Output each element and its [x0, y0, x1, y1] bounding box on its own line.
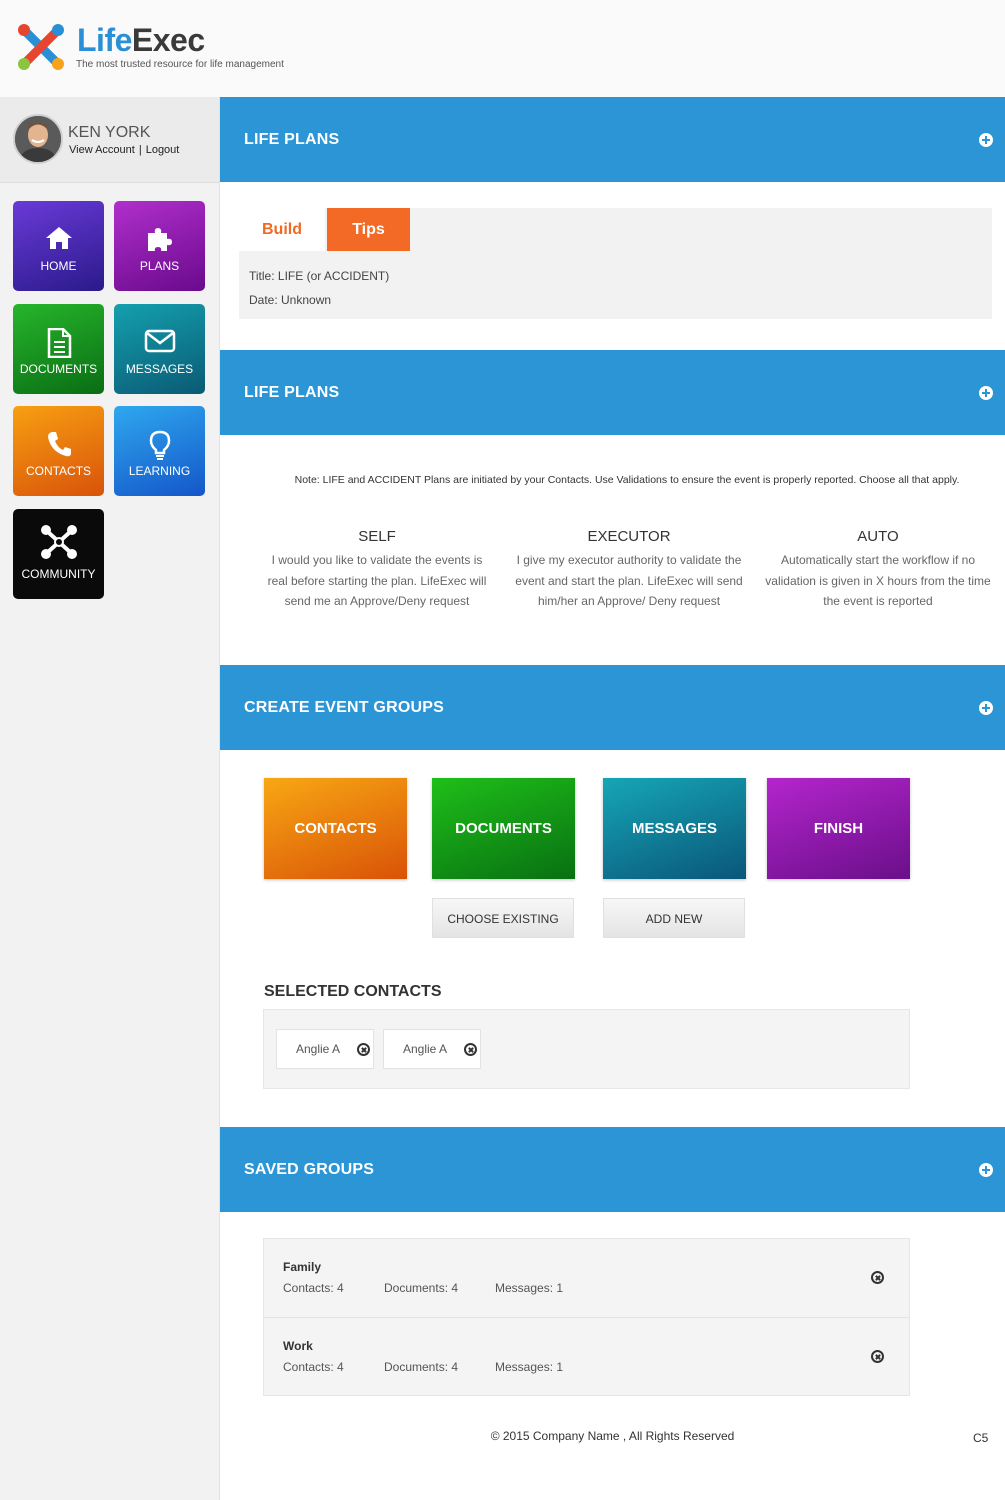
group-messages-count: Messages: 1: [495, 1281, 564, 1295]
step-documents-button[interactable]: DOCUMENTS: [432, 778, 575, 879]
link-separator: |: [138, 144, 142, 156]
option-title: SELF: [358, 528, 396, 545]
home-icon: [45, 227, 72, 249]
nav-tile-label: CONTACTS: [25, 464, 92, 478]
option-description: I would you like to validate the events …: [267, 553, 487, 608]
option-executor[interactable]: EXECUTOR I give my executor authority to…: [514, 528, 744, 612]
nav-tile-label: PLANS: [139, 259, 180, 273]
view-account-link[interactable]: View Account: [69, 144, 135, 156]
community-icon: [40, 525, 77, 559]
contact-chip: Anglie A: [383, 1029, 481, 1069]
delete-group-icon[interactable]: [871, 1271, 884, 1284]
phone-icon: [47, 432, 71, 457]
avatar[interactable]: [13, 114, 63, 164]
option-title: EXECUTOR: [587, 528, 671, 545]
brand-name-part2: Exec: [131, 22, 205, 58]
contact-chip-label: Anglie A: [296, 1042, 341, 1056]
expand-plus-icon[interactable]: [979, 133, 993, 147]
section-title: SAVED GROUPS: [244, 1161, 375, 1178]
contact-chip-label: Anglie A: [403, 1042, 448, 1056]
plan-date-text: Date: Unknown: [249, 293, 332, 307]
lifeexec-logo-icon[interactable]: [12, 18, 70, 76]
nav-tile-plans[interactable]: PLANS: [114, 201, 205, 291]
tips-panel: Build Tips Title: LIFE (or ACCIDENT) Dat…: [239, 208, 992, 319]
nav-tile-label: HOME: [40, 259, 77, 273]
brand-tagline: The most trusted resource for life manag…: [76, 59, 284, 70]
nav-tile-learning[interactable]: LEARNING: [114, 406, 205, 496]
footer-code: C5: [973, 1431, 989, 1445]
delete-group-icon[interactable]: [871, 1350, 884, 1363]
group-messages-count: Messages: 1: [495, 1360, 564, 1374]
option-title: AUTO: [857, 528, 899, 545]
nav-tile-label: LEARNING: [128, 464, 191, 478]
user-panel: KEN YORK View Account | Logout: [0, 97, 219, 183]
brand-name-part1: Life: [77, 22, 132, 58]
step-finish-button[interactable]: FINISH: [767, 778, 910, 879]
contact-chip: Anglie A: [276, 1029, 374, 1069]
group-contacts-count: Contacts: 4: [283, 1281, 344, 1295]
option-description: I give my executor authority to validate…: [515, 553, 743, 608]
user-photo-icon: [15, 116, 61, 162]
puzzle-icon: [147, 228, 172, 251]
user-name: KEN YORK: [68, 124, 151, 141]
group-documents-count: Documents: 4: [384, 1281, 459, 1295]
saved-groups-list: Family Contacts: 4 Documents: 4 Messages…: [263, 1238, 910, 1396]
expand-plus-icon[interactable]: [979, 386, 993, 400]
choose-existing-button[interactable]: CHOOSE EXISTING: [432, 898, 574, 938]
plan-title-text: Title: LIFE (or ACCIDENT): [249, 269, 390, 283]
option-description: Automatically start the workflow if no v…: [765, 553, 991, 608]
validation-note: Note: LIFE and ACCIDENT Plans are initia…: [294, 474, 960, 486]
group-name: Family: [283, 1260, 322, 1274]
step-messages-button[interactable]: MESSAGES: [603, 778, 746, 879]
remove-contact-icon[interactable]: [464, 1043, 477, 1056]
nav-tile-community[interactable]: COMMUNITY: [13, 509, 104, 599]
tab-tips[interactable]: Tips: [327, 208, 410, 251]
nav-tile-label: MESSAGES: [125, 362, 194, 376]
option-self[interactable]: SELF I would you like to validate the ev…: [262, 528, 492, 612]
selected-contacts-title: SELECTED CONTACTS: [264, 983, 442, 1000]
add-new-button[interactable]: ADD NEW: [603, 898, 745, 938]
nav-tile-documents[interactable]: DOCUMENTS: [13, 304, 104, 394]
section-header-life-plans[interactable]: LIFE PLANS: [220, 97, 1005, 182]
user-links: View Account | Logout: [69, 144, 179, 156]
expand-plus-icon[interactable]: [979, 1163, 993, 1177]
selected-contacts-list: Anglie A Anglie A: [263, 1009, 910, 1089]
section-title: LIFE PLANS: [244, 384, 340, 401]
expand-plus-icon[interactable]: [979, 701, 993, 715]
section-title: LIFE PLANS: [244, 131, 340, 148]
nav-tile-label: COMMUNITY: [21, 567, 96, 581]
nav-tile-home[interactable]: HOME: [13, 201, 104, 291]
document-icon: [47, 328, 71, 358]
envelope-icon: [144, 329, 175, 353]
section-header-saved-groups[interactable]: SAVED GROUPS: [220, 1127, 1005, 1212]
sidebar: KEN YORK View Account | Logout HOME PLANS …: [0, 97, 220, 1500]
logout-link[interactable]: Logout: [146, 144, 180, 156]
footer-copyright: © 2015 Company Name , All Rights Reserve…: [490, 1429, 735, 1443]
header: LifeExec The most trusted resource for l…: [0, 0, 1005, 97]
tab-build[interactable]: Build: [239, 208, 325, 251]
group-name: Work: [283, 1339, 313, 1353]
nav-tile-messages[interactable]: MESSAGES: [114, 304, 205, 394]
nav-tile-label: DOCUMENTS: [19, 362, 98, 376]
saved-group-row[interactable]: Work Contacts: 4 Documents: 4 Messages: …: [264, 1317, 909, 1395]
nav-tile-contacts[interactable]: CONTACTS: [13, 406, 104, 496]
brand-name[interactable]: LifeExec: [77, 22, 205, 59]
saved-group-row[interactable]: Family Contacts: 4 Documents: 4 Messages…: [264, 1239, 909, 1317]
group-documents-count: Documents: 4: [384, 1360, 459, 1374]
option-auto[interactable]: AUTO Automatically start the workflow if…: [763, 528, 993, 612]
step-contacts-button[interactable]: CONTACTS: [264, 778, 407, 879]
section-header-life-plans-validation[interactable]: LIFE PLANS: [220, 350, 1005, 435]
section-title: CREATE EVENT GROUPS: [244, 699, 444, 716]
lightbulb-icon: [149, 430, 170, 460]
section-header-create-event-groups[interactable]: CREATE EVENT GROUPS: [220, 665, 1005, 750]
remove-contact-icon[interactable]: [357, 1043, 370, 1056]
group-contacts-count: Contacts: 4: [283, 1360, 344, 1374]
